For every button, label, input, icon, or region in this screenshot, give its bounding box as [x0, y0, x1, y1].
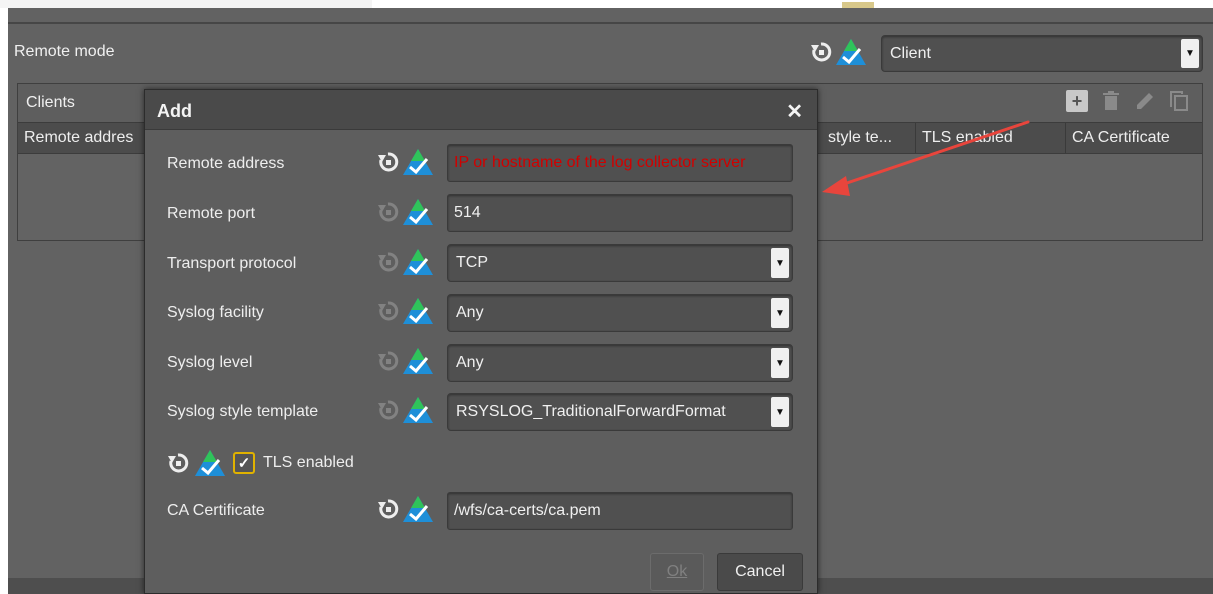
syslog-style-template-value: RSYSLOG_TraditionalForwardFormat	[456, 403, 726, 420]
clients-title: Clients	[26, 94, 75, 111]
network-sync-icon	[836, 39, 866, 65]
syslog-level-label: Syslog level	[167, 354, 253, 371]
remote-mode-select[interactable]: Client ▼	[881, 35, 1203, 72]
ca-certificate-icons	[377, 494, 435, 524]
column-remote-address[interactable]: Remote addres	[18, 123, 148, 153]
transport-protocol-select[interactable]: TCP ▼	[447, 244, 793, 282]
network-sync-icon	[403, 249, 433, 275]
syslog-level-select[interactable]: Any ▼	[447, 344, 793, 382]
transport-protocol-icons	[377, 247, 435, 277]
plus-icon[interactable]: +	[1066, 90, 1088, 112]
remote-address-input[interactable]: IP or hostname of the log collector serv…	[447, 144, 793, 182]
dropdown-arrow-icon: ▼	[771, 248, 789, 278]
network-sync-icon	[403, 199, 433, 225]
syslog-style-template-select[interactable]: RSYSLOG_TraditionalForwardFormat ▼	[447, 393, 793, 431]
syslog-style-template-icons	[377, 395, 435, 425]
syslog-style-template-label: Syslog style template	[167, 403, 319, 420]
ca-certificate-label: CA Certificate	[167, 502, 265, 519]
cancel-button[interactable]: Cancel	[717, 553, 803, 591]
add-client-dialog: Add ✕ Remote address IP or hostname of t…	[144, 89, 818, 594]
reset-icon[interactable]	[167, 452, 189, 474]
remote-address-icons	[377, 147, 435, 177]
reset-icon-disabled	[378, 351, 399, 371]
dropdown-arrow-icon: ▼	[771, 397, 789, 427]
reset-icon[interactable]	[810, 41, 832, 63]
remote-port-icons	[377, 197, 435, 227]
tls-enabled-checkbox[interactable]: ✓	[233, 452, 255, 474]
top-strip-faded-area	[0, 0, 372, 8]
transport-protocol-label: Transport protocol	[167, 255, 297, 272]
remote-mode-label: Remote mode	[14, 43, 115, 60]
remote-mode-value: Client	[890, 44, 931, 62]
ca-certificate-input[interactable]: /wfs/ca-certs/ca.pem	[447, 492, 793, 530]
close-icon[interactable]: ✕	[786, 99, 803, 124]
network-sync-icon	[403, 496, 433, 522]
remote-address-placeholder: IP or hostname of the log collector serv…	[454, 154, 746, 171]
dropdown-arrow-icon: ▼	[771, 348, 789, 378]
transport-protocol-value: TCP	[456, 254, 488, 271]
column-tls-enabled[interactable]: TLS enabled	[916, 123, 1066, 153]
network-sync-icon	[403, 298, 433, 324]
dialog-title: Add	[157, 101, 192, 121]
tls-enabled-label: TLS enabled	[263, 454, 354, 471]
network-sync-icon	[403, 397, 433, 423]
network-sync-icon	[403, 149, 433, 175]
syslog-facility-value: Any	[456, 304, 484, 321]
remote-address-label: Remote address	[167, 155, 285, 172]
reset-icon-disabled	[378, 252, 399, 272]
remote-port-value: 514	[454, 204, 481, 221]
network-sync-icon	[403, 348, 433, 374]
reset-icon[interactable]	[377, 151, 399, 173]
top-strip	[0, 0, 1213, 8]
syslog-level-value: Any	[456, 354, 484, 371]
syslog-facility-label: Syslog facility	[167, 304, 264, 321]
network-sync-icon	[195, 450, 225, 476]
syslog-level-icons	[377, 346, 435, 376]
column-ca-certificate[interactable]: CA Certificate	[1066, 123, 1204, 153]
trash-icon[interactable]	[1100, 90, 1122, 112]
divider	[8, 22, 1213, 24]
tls-enabled-row: ✓ TLS enabled	[167, 448, 354, 478]
remote-port-label: Remote port	[167, 205, 256, 222]
remote-port-input[interactable]: 514	[447, 194, 793, 232]
ok-button[interactable]: Ok	[650, 553, 704, 591]
syslog-facility-icons	[377, 296, 435, 326]
pencil-icon[interactable]	[1134, 90, 1156, 112]
syslog-facility-select[interactable]: Any ▼	[447, 294, 793, 332]
dropdown-arrow-icon: ▼	[771, 298, 789, 328]
reset-icon[interactable]	[377, 498, 399, 520]
remote-mode-icons	[810, 37, 868, 67]
dialog-titlebar[interactable]: Add ✕	[145, 90, 817, 130]
reset-icon-disabled	[378, 202, 399, 222]
copy-icon[interactable]	[1168, 90, 1190, 112]
ca-certificate-value: /wfs/ca-certs/ca.pem	[454, 502, 601, 519]
reset-icon-disabled	[378, 301, 399, 321]
column-style-template[interactable]: style te...	[822, 123, 916, 153]
dropdown-arrow-icon: ▼	[1181, 39, 1199, 68]
reset-icon-disabled	[378, 400, 399, 420]
clients-toolbar: +	[1066, 90, 1190, 112]
